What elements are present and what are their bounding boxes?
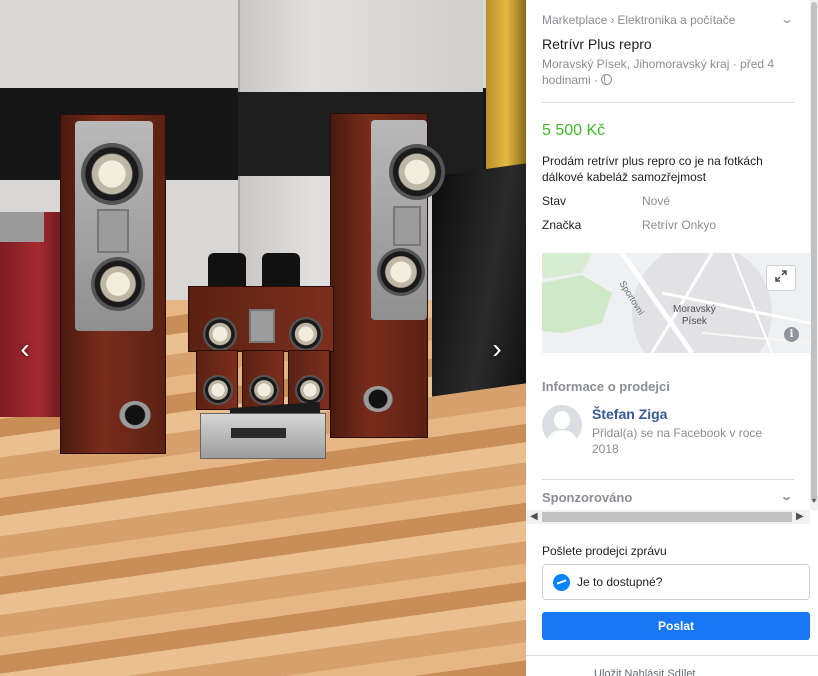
location-text: Moravský Písek, Jihomoravský kraj · před…: [542, 57, 775, 87]
woofer: [295, 375, 325, 405]
scroll-down-arrow[interactable]: ▾: [810, 496, 818, 505]
breadcrumb-marketplace[interactable]: Marketplace: [542, 13, 607, 27]
divider: [526, 655, 818, 656]
chevron-down-icon[interactable]: ⌄: [780, 490, 793, 503]
woofer: [389, 144, 445, 200]
center-speaker: [188, 286, 334, 352]
details-scroll-area: Marketplace › Elektronika a počítače ⌄ Ret…: [526, 0, 810, 510]
message-seller-box: Pošlete prodejci zprávu Je to dostupné? …: [542, 544, 810, 640]
map-town-label: Moravský Písek: [673, 304, 716, 328]
detail-key: Stav: [542, 194, 567, 208]
avatar-head: [554, 411, 570, 429]
tweeter: [249, 309, 275, 343]
detail-key: Značka: [542, 218, 582, 232]
avatar[interactable]: [542, 405, 582, 445]
sponsored-section[interactable]: Sponzorováno ⌄: [542, 479, 794, 505]
satellite-speaker: [242, 350, 284, 410]
map-town-line: Písek: [681, 316, 707, 327]
send-button[interactable]: Poslat: [542, 612, 810, 640]
message-input-text[interactable]: Je to dostupné?: [577, 575, 662, 589]
globe-icon: [601, 74, 613, 85]
avatar-body: [547, 430, 577, 445]
scroll-right-arrow[interactable]: ▶: [796, 510, 804, 524]
listing-description: Prodám retrívr plus repro co je na fotká…: [542, 154, 763, 184]
detail-value: Nové: [642, 194, 671, 208]
woofer: [203, 375, 233, 405]
messenger-icon: [553, 574, 570, 591]
seller-card: Štefan Ziga Přidal(a) se na Facebook v r…: [542, 405, 810, 461]
scroll-left-arrow[interactable]: ◀: [530, 510, 538, 524]
expand-icon[interactable]: [766, 265, 796, 291]
expand-arrows: [775, 270, 787, 282]
listing-details-panel: Marketplace › Elektronika a počítače ⌄ Ret…: [526, 0, 818, 676]
tweeter: [393, 206, 421, 246]
photo-black-panel: [432, 163, 526, 397]
satellite-speaker: [196, 350, 238, 410]
detail-row-condition: Stav Nové: [542, 193, 810, 209]
info-icon[interactable]: i: [784, 327, 799, 342]
scrollbar-thumb[interactable]: [542, 512, 792, 522]
detail-row-brand: Značka Retrívr Onkyo: [542, 217, 810, 233]
woofer: [289, 317, 323, 351]
seller-join-info: Přidal(a) se na Facebook v roce 2018: [592, 426, 763, 456]
satellite-speaker: [288, 350, 330, 410]
breadcrumb-separator: ›: [610, 13, 615, 27]
detail-value: Retrívr Onkyo: [642, 218, 717, 232]
photo-receiver: [200, 413, 326, 459]
woofer: [377, 248, 425, 296]
photo-cabinet-top: [0, 212, 44, 242]
horizontal-scrollbar[interactable]: ◀ ▶: [526, 510, 810, 524]
seller-heading: Informace o prodejci: [542, 379, 670, 394]
breadcrumb-category[interactable]: Elektronika a počítače: [617, 13, 735, 27]
vertical-scrollbar[interactable]: ▾: [810, 0, 818, 510]
listing-price: 5 500 Kč: [542, 122, 606, 139]
message-input[interactable]: Je to dostupné?: [542, 564, 810, 600]
woofer: [203, 317, 237, 351]
next-photo-button[interactable]: ›: [484, 335, 510, 363]
photo-scene: [0, 0, 526, 676]
listing-title: Retrívr Plus repro: [542, 36, 652, 52]
receiver-display: [231, 428, 286, 438]
right-tower-speaker: [330, 113, 445, 438]
tweeter: [97, 209, 129, 253]
seller-name-link[interactable]: Štefan Ziga: [592, 405, 667, 423]
footer-actions[interactable]: Uložit Nahlásit Sdílet: [594, 668, 696, 676]
scrollbar-thumb[interactable]: [811, 2, 817, 502]
sponsored-label: Sponzorováno: [542, 490, 633, 505]
message-heading: Pošlete prodejci zprávu: [542, 544, 667, 558]
bass-port: [119, 401, 151, 429]
listing-location: Moravský Písek, Jihomoravský kraj · před…: [542, 56, 782, 88]
woofer: [81, 143, 143, 205]
woofer: [91, 257, 145, 311]
left-tower-speaker: [60, 114, 166, 454]
location-map[interactable]: Sportovní Moravský Písek i: [542, 253, 810, 353]
chevron-down-icon[interactable]: ⌄: [780, 12, 794, 26]
woofer: [249, 375, 279, 405]
previous-photo-button[interactable]: ‹: [12, 335, 38, 363]
divider: [542, 102, 794, 103]
listing-photo: ‹ ›: [0, 0, 526, 676]
bass-port: [363, 386, 393, 412]
map-town-line: Moravský: [673, 304, 716, 315]
breadcrumb: Marketplace › Elektronika a počítače: [542, 12, 810, 28]
